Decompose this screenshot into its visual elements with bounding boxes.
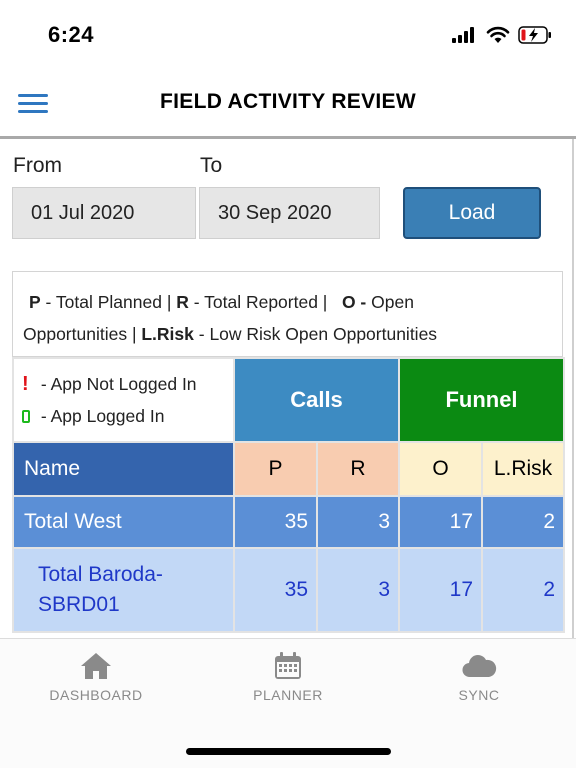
- tab-dashboard[interactable]: DASHBOARD: [16, 651, 176, 703]
- page-title: FIELD ACTIVITY REVIEW: [160, 90, 416, 113]
- legend-r-text: - Total Reported |: [188, 292, 333, 312]
- tab-sync-label: SYNC: [458, 687, 500, 703]
- home-indicator[interactable]: [186, 748, 391, 755]
- legend-p-text: - Total Planned |: [40, 292, 177, 312]
- battery-charging-icon: [518, 26, 551, 44]
- column-header-p[interactable]: P: [233, 441, 318, 497]
- scroll-area[interactable]: From To 01 Jul 2020 30 Sep 2020 Load P -…: [0, 139, 574, 638]
- app-not-logged-icon: !: [22, 373, 29, 395]
- wifi-icon: [486, 26, 510, 43]
- nav-header: FIELD ACTIVITY REVIEW: [0, 70, 576, 136]
- main-content: From To 01 Jul 2020 30 Sep 2020 Load P -…: [0, 136, 576, 638]
- app-not-logged-text: - App Not Logged In: [36, 374, 197, 394]
- from-date-field[interactable]: 01 Jul 2020: [12, 187, 196, 239]
- column-header-r[interactable]: R: [316, 441, 400, 497]
- funnel-group-header: Funnel: [398, 357, 565, 443]
- status-bar: 6:24: [0, 0, 576, 70]
- table-row[interactable]: Total West 35 3 17 2: [12, 495, 565, 549]
- tab-planner-label: PLANNER: [253, 687, 323, 703]
- to-label: To: [200, 154, 223, 177]
- from-date-value: 01 Jul 2020: [31, 202, 135, 224]
- from-label: From: [13, 154, 62, 177]
- tab-planner[interactable]: PLANNER: [208, 651, 368, 703]
- legend-r-key: R: [176, 292, 189, 312]
- row-r-value: 3: [316, 547, 400, 633]
- app-status-legend: ! - App Not Logged In - App Logged In: [12, 357, 235, 443]
- row-r-value: 3: [316, 495, 400, 549]
- cloud-icon: [462, 655, 497, 678]
- column-header-o[interactable]: O: [398, 441, 483, 497]
- legend-o-key: O -: [341, 292, 367, 312]
- legend-lrisk-key: L.Risk: [141, 324, 194, 344]
- app-logged-text: - App Logged In: [36, 406, 165, 426]
- row-name: Total West: [12, 495, 235, 549]
- app-logged-icon: [22, 410, 30, 423]
- legend-o-text: Open: [366, 292, 414, 312]
- home-icon: [81, 653, 111, 679]
- column-header-lrisk[interactable]: L.Risk: [481, 441, 565, 497]
- row-name-line2: SBRD01: [38, 593, 120, 616]
- to-date-value: 30 Sep 2020: [218, 202, 332, 224]
- to-date-field[interactable]: 30 Sep 2020: [199, 187, 380, 239]
- calendar-icon: [275, 652, 301, 679]
- row-p-value: 35: [233, 547, 318, 633]
- row-lrisk-value: 2: [481, 495, 565, 549]
- activity-table: ! - App Not Logged In - App Logged In Ca…: [12, 357, 565, 633]
- calls-group-header: Calls: [233, 357, 400, 443]
- cellular-signal-icon: [452, 27, 474, 43]
- row-name: Total Baroda- SBRD01: [12, 547, 235, 633]
- tab-dashboard-label: DASHBOARD: [49, 687, 143, 703]
- metrics-legend: P - Total Planned | R - Total Reported |…: [12, 271, 563, 357]
- row-name-line1: Total Baroda-: [38, 563, 163, 586]
- row-o-value: 17: [398, 495, 483, 549]
- legend-o-text-cont: Opportunities |: [23, 324, 142, 344]
- row-o-value: 17: [398, 547, 483, 633]
- legend-lrisk-text: - Low Risk Open Opportunities: [193, 324, 438, 344]
- load-button[interactable]: Load: [403, 187, 541, 239]
- status-icons: [452, 26, 552, 44]
- status-time: 6:24: [48, 22, 95, 47]
- legend-p-key: P: [29, 292, 41, 312]
- row-lrisk-value: 2: [481, 547, 565, 633]
- column-header-name[interactable]: Name: [12, 441, 235, 497]
- tab-sync[interactable]: SYNC: [399, 651, 559, 703]
- row-p-value: 35: [233, 495, 318, 549]
- bottom-tab-bar: DASHBOARD PLANNER SYNC: [0, 638, 576, 768]
- table-row[interactable]: Total Baroda- SBRD01 35 3 17 2: [12, 547, 565, 633]
